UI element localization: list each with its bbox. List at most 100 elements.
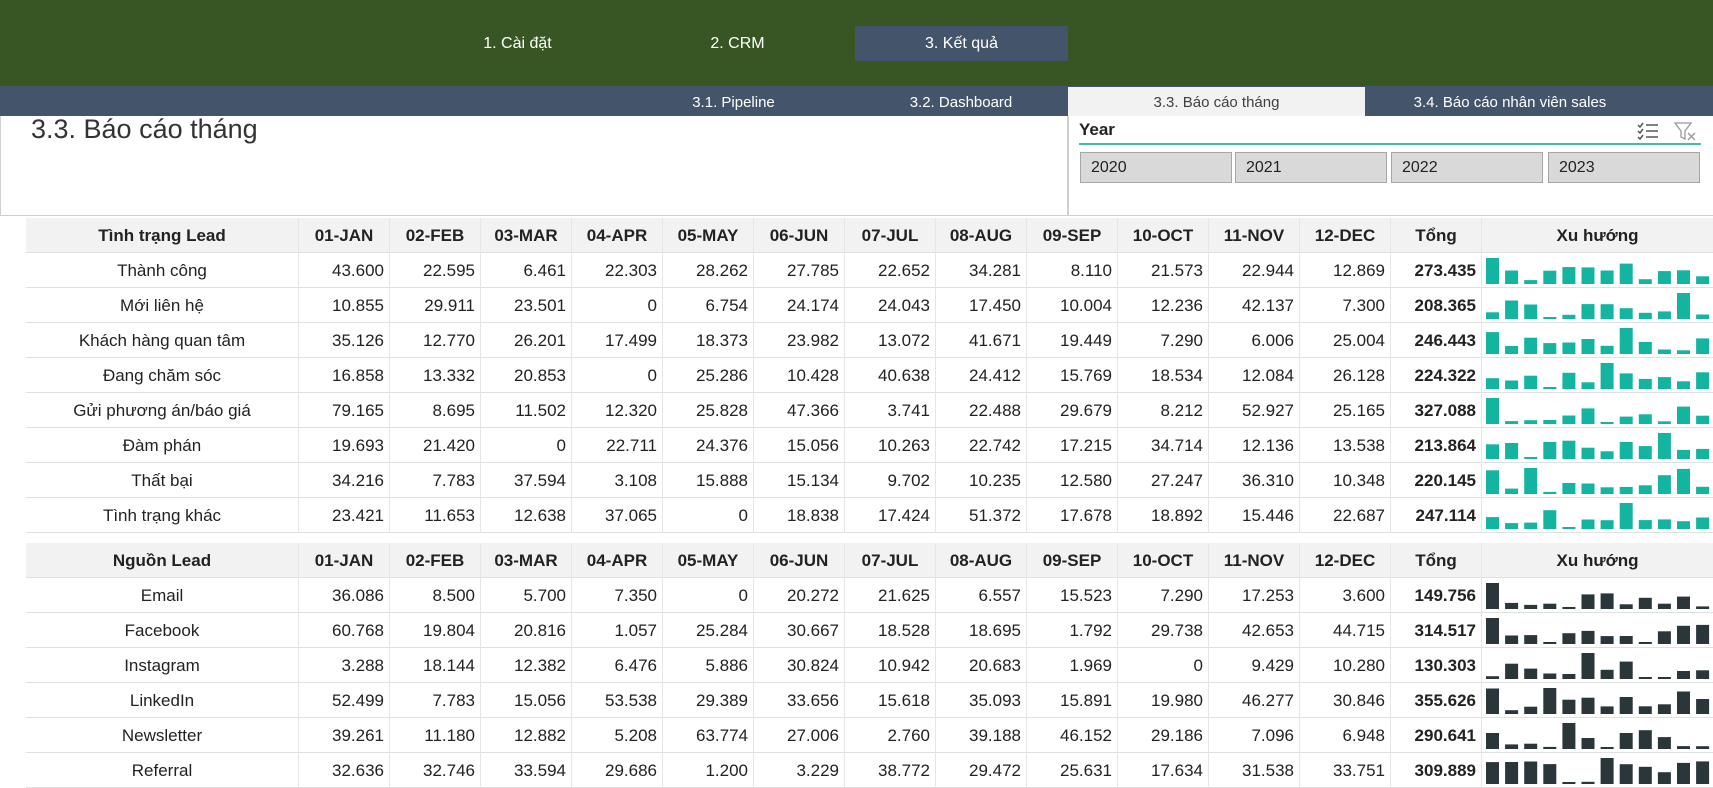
subnav-tab-sales-staff-report[interactable]: 3.4. Báo cáo nhân viên sales [1365, 87, 1655, 116]
sparkline-bar [1600, 747, 1614, 749]
sparkline [1484, 613, 1713, 648]
subnav-tab-monthly-report[interactable]: 3.3. Báo cáo tháng [1068, 87, 1365, 116]
sparkline-bar [1638, 446, 1652, 459]
sparkline-bar [1657, 603, 1671, 609]
value-cell: 39.188 [936, 718, 1027, 753]
sparkline-bar [1581, 382, 1595, 389]
sparkline-bar [1657, 631, 1671, 644]
sparkline-bar [1505, 744, 1519, 749]
value-cell: 0 [663, 578, 754, 613]
clear-filter-icon[interactable] [1673, 120, 1697, 142]
value-cell: 37.594 [481, 463, 572, 498]
row-total: 213.864 [1391, 428, 1482, 463]
sparkline-bar [1600, 451, 1614, 459]
sparkline-bar [1543, 764, 1557, 784]
sparkline-bar [1619, 661, 1633, 679]
value-cell: 12.084 [1209, 358, 1300, 393]
sparkline-bar [1486, 517, 1499, 529]
row-label: Thất bại [26, 463, 299, 498]
sparkline-chart [1486, 503, 1710, 529]
sparkline-bar [1543, 270, 1557, 284]
sparkline-bar [1505, 270, 1519, 284]
row-total: 246.443 [1391, 323, 1482, 358]
sparkline-bar [1581, 519, 1595, 529]
value-cell: 38.772 [845, 753, 936, 788]
sparkline-bar [1696, 761, 1710, 784]
sparkline-bar [1543, 420, 1557, 424]
year-slicer: Year 2020 2021 2022 2023 [1068, 116, 1713, 216]
multi-select-icon[interactable] [1636, 120, 1660, 142]
slicer-year-2020[interactable]: 2020 [1080, 152, 1232, 183]
sparkline-bar [1505, 380, 1519, 389]
slicer-year-2021[interactable]: 2021 [1235, 152, 1387, 183]
lead-status-table: Tình trạng Lead 01-JAN 02-FEB 03-MAR 04-APR 0… [26, 218, 1713, 533]
sparkline-bar [1677, 596, 1690, 609]
slicer-underline [1079, 143, 1701, 145]
sparkline-bar [1562, 674, 1576, 679]
value-cell: 0 [663, 498, 754, 533]
sparkline-bar [1619, 442, 1633, 459]
month-header: 06-JUN [754, 218, 845, 253]
nav-tab-crm[interactable]: 2. CRM [660, 26, 815, 61]
sparkline-bar [1619, 373, 1633, 389]
value-cell: 18.528 [845, 613, 936, 648]
value-cell: 26.128 [1300, 358, 1391, 393]
total-header: Tổng [1391, 218, 1482, 253]
value-cell: 26.201 [481, 323, 572, 358]
sparkline-chart [1486, 723, 1710, 749]
slicer-year-2022[interactable]: 2022 [1391, 152, 1543, 183]
sparkline-bar [1619, 416, 1633, 424]
value-cell: 7.290 [1118, 578, 1209, 613]
sparkline-bar [1677, 625, 1690, 644]
value-cell: 11.502 [481, 393, 572, 428]
sparkline-bar [1524, 468, 1538, 494]
sparkline-bar [1524, 761, 1538, 784]
value-cell: 6.476 [572, 648, 663, 683]
month-header: 02-FEB [390, 218, 481, 253]
sparkline-bar [1562, 440, 1576, 459]
month-header: 03-MAR [481, 543, 572, 578]
value-cell: 19.980 [1118, 683, 1209, 718]
sparkline-bar [1486, 733, 1499, 749]
sparkline-bar [1657, 349, 1671, 354]
subnav-tab-dashboard[interactable]: 3.2. Dashboard [886, 87, 1036, 116]
sparkline-bar [1581, 697, 1595, 714]
month-header: 02-FEB [390, 543, 481, 578]
value-cell: 12.580 [1027, 463, 1118, 498]
nav-tab-results[interactable]: 3. Kết quả [855, 26, 1068, 61]
sparkline [1484, 393, 1713, 428]
value-cell: 8.110 [1027, 253, 1118, 288]
subnav-tab-pipeline[interactable]: 3.1. Pipeline [656, 87, 811, 116]
sparkline-bar [1657, 421, 1671, 424]
sparkline-bar [1486, 762, 1499, 784]
value-cell: 7.290 [1118, 323, 1209, 358]
sparkline [1484, 648, 1713, 683]
table-row: Thất bại 34.216 7.783 37.594 3.108 15.888 15.1… [26, 463, 1713, 498]
sparkline-bar [1696, 624, 1710, 644]
sparkline-bar [1696, 670, 1710, 679]
sparkline-bar [1638, 706, 1652, 714]
sparkline-bar [1505, 523, 1519, 529]
sparkline-bar [1677, 270, 1690, 284]
slicer-year-2023[interactable]: 2023 [1548, 152, 1700, 183]
sparkline-bar [1696, 517, 1710, 529]
sparkline-bar [1524, 706, 1538, 714]
value-cell: 17.634 [1118, 753, 1209, 788]
nav-tab-settings[interactable]: 1. Cài đặt [440, 26, 595, 61]
row-label: Gửi phương án/báo giá [26, 393, 299, 428]
sparkline-bar [1600, 636, 1614, 644]
sparkline-bar [1562, 633, 1576, 644]
sparkline [1484, 253, 1713, 288]
value-cell: 5.700 [481, 578, 572, 613]
value-cell: 30.846 [1300, 683, 1391, 718]
value-cell: 24.412 [936, 358, 1027, 393]
sparkline-chart [1486, 433, 1710, 459]
value-cell: 3.108 [572, 463, 663, 498]
sparkline [1484, 718, 1713, 753]
value-cell: 33.594 [481, 753, 572, 788]
value-cell: 16.858 [299, 358, 390, 393]
value-cell: 3.600 [1300, 578, 1391, 613]
row-label: Email [26, 578, 299, 613]
sparkline-bar [1486, 398, 1499, 424]
sparkline-bar [1677, 762, 1690, 784]
